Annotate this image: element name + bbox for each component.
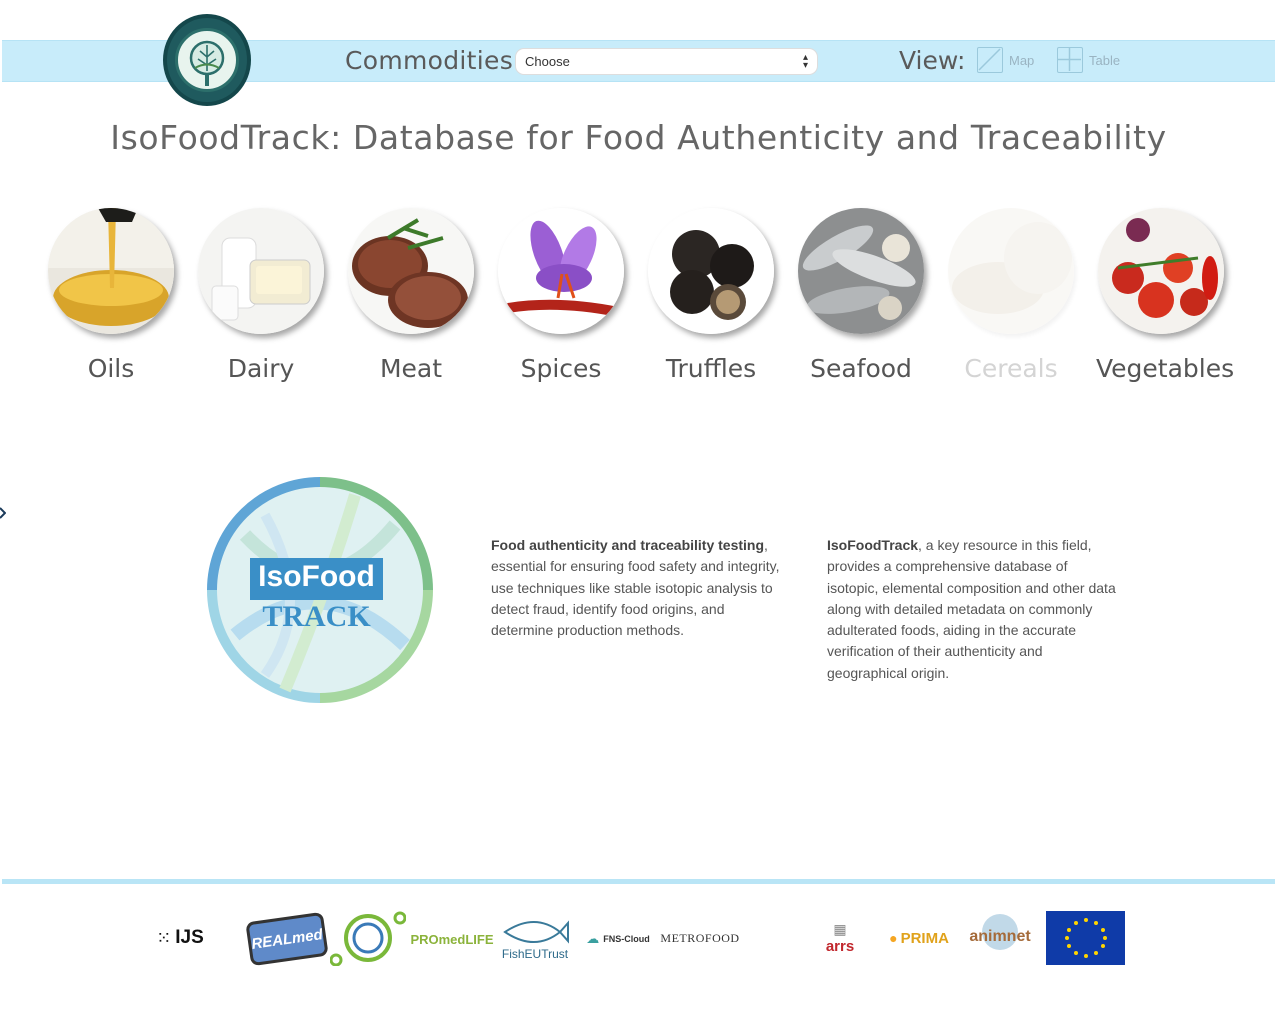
partner-realmed[interactable]: REALmed bbox=[245, 911, 329, 967]
category-truffles[interactable]: Truffles bbox=[646, 208, 776, 383]
select-arrows-icon: ▴ ▾ bbox=[802, 52, 808, 71]
category-dairy[interactable]: Dairy bbox=[196, 208, 326, 383]
metrofood-label: METROFOOD bbox=[660, 930, 740, 945]
fork-magnifier-icon bbox=[330, 911, 406, 966]
map-view-label: Map bbox=[1009, 52, 1035, 68]
category-label-spices: Spices bbox=[520, 354, 602, 383]
category-vegetables[interactable]: Vegetables bbox=[1096, 208, 1235, 383]
partner-arrs[interactable]: ▦ arrs bbox=[800, 914, 880, 962]
eu-stars-icon bbox=[1064, 918, 1107, 958]
oils-image bbox=[48, 208, 174, 334]
map-view-button[interactable]: Map bbox=[977, 46, 1034, 74]
page-title: IsoFoodTrack: Database for Food Authenti… bbox=[110, 118, 1167, 157]
partner-eu-flag[interactable] bbox=[1046, 911, 1125, 965]
realmed-label: REALmed bbox=[250, 925, 324, 953]
vegetables-image bbox=[1098, 208, 1224, 334]
promedlife-label: PROmedLIFE bbox=[410, 931, 494, 947]
table-icon bbox=[1057, 47, 1083, 73]
arrs-label: arrs bbox=[825, 938, 855, 955]
partner-prima[interactable]: ● PRIMA bbox=[882, 924, 956, 952]
partner-fns-cloud[interactable]: ☁ FNS-Cloud bbox=[578, 928, 658, 950]
view-label: View: bbox=[899, 46, 966, 75]
animnet-label: animnet bbox=[969, 928, 1031, 945]
partner-fisheutrust[interactable]: FishEUTrust bbox=[494, 912, 576, 966]
ijs-dots-icon: ⁙ bbox=[156, 927, 172, 948]
commodities-label: Commodities: bbox=[345, 46, 522, 75]
fns-cloud-icon: ☁ bbox=[586, 931, 600, 946]
category-label-truffles: Truffles bbox=[665, 354, 757, 383]
partner-animnet[interactable]: animnet bbox=[962, 912, 1038, 962]
fns-cloud-label: FNS-Cloud bbox=[603, 934, 650, 944]
description2-bold: IsoFoodTrack bbox=[827, 537, 919, 553]
category-label-meat: Meat bbox=[379, 354, 443, 383]
dairy-image bbox=[198, 208, 324, 334]
fish-icon bbox=[503, 920, 569, 944]
prima-bulb-icon: ● bbox=[889, 930, 898, 946]
description1-bold: Food authenticity and traceability testi… bbox=[491, 537, 765, 553]
partner-fork-logo[interactable] bbox=[330, 910, 406, 966]
description2-text: , a key resource in this field, provides… bbox=[827, 537, 1116, 681]
category-label-dairy: Dairy bbox=[227, 354, 295, 383]
category-label-vegetables: Vegetables bbox=[1096, 354, 1235, 383]
category-meat[interactable]: Meat bbox=[346, 208, 476, 383]
logo-text-track: TRACK bbox=[262, 600, 371, 633]
commodities-select[interactable]: Choose ▴ ▾ bbox=[515, 48, 818, 75]
partner-metrofood[interactable]: METROFOOD bbox=[660, 926, 740, 950]
site-logo[interactable] bbox=[163, 14, 251, 106]
category-label-oils: Oils bbox=[87, 354, 135, 383]
description-food-authenticity: Food authenticity and traceability testi… bbox=[491, 535, 781, 641]
commodities-select-value: Choose bbox=[525, 54, 570, 69]
footer-divider bbox=[2, 879, 1275, 884]
meat-image bbox=[348, 208, 474, 334]
ijs-label: IJS bbox=[175, 927, 204, 948]
category-label-cereals: Cereals bbox=[964, 354, 1058, 383]
fisheutrust-label: FishEUTrust bbox=[501, 947, 569, 961]
seafood-image bbox=[798, 208, 924, 334]
magnifier-tree-icon bbox=[175, 28, 239, 92]
partner-promedlife[interactable]: PROmedLIFE bbox=[410, 928, 494, 950]
spices-image bbox=[498, 208, 624, 334]
cereals-image bbox=[948, 208, 1074, 334]
table-view-button[interactable]: Table bbox=[1057, 46, 1120, 74]
table-view-label: Table bbox=[1089, 52, 1121, 68]
category-seafood[interactable]: Seafood bbox=[796, 208, 926, 383]
isofoodtrack-logo: IsoFood TRACK bbox=[205, 475, 435, 705]
description-isofoodtrack: IsoFoodTrack, a key resource in this fie… bbox=[827, 535, 1117, 684]
partner-ijs[interactable]: ⁙ IJS bbox=[148, 924, 212, 952]
category-spices[interactable]: Spices bbox=[496, 208, 626, 383]
prima-label: PRIMA bbox=[900, 929, 949, 947]
side-chevron-icon[interactable] bbox=[0, 505, 7, 519]
logo-text-isofood: IsoFood bbox=[258, 560, 375, 593]
arrs-emblem-icon: ▦ bbox=[833, 921, 847, 937]
category-label-seafood: Seafood bbox=[810, 354, 912, 383]
truffles-image bbox=[648, 208, 774, 334]
category-oils[interactable]: Oils bbox=[46, 208, 176, 383]
category-cereals: Cereals bbox=[946, 208, 1076, 383]
map-icon bbox=[977, 47, 1003, 73]
